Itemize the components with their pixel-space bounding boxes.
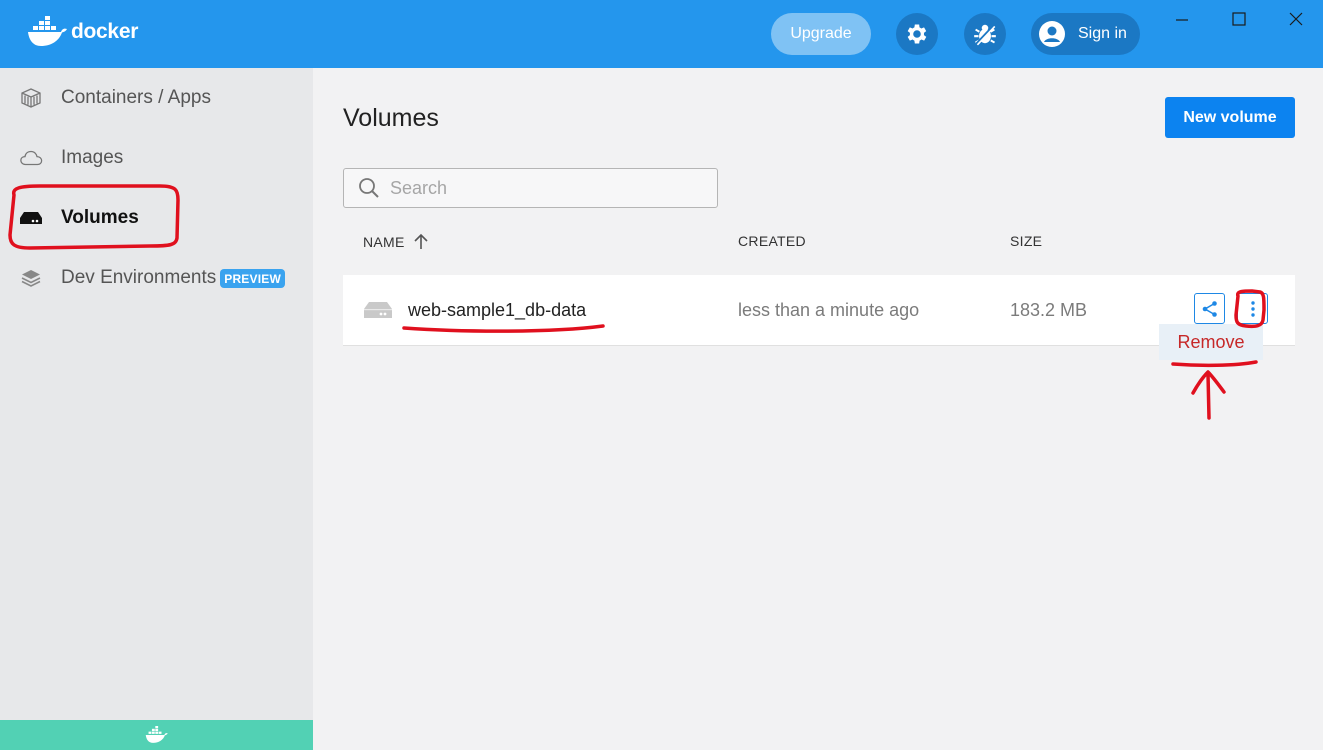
sidebar-item-containers[interactable]: Containers / Apps [0, 68, 313, 128]
close-icon [1289, 12, 1303, 26]
page-title: Volumes [343, 104, 439, 132]
sidebar: Containers / Apps Images Volumes Dev Env… [0, 68, 313, 750]
column-header-label: NAME [363, 234, 405, 250]
bug-report-icon [974, 24, 996, 46]
new-volume-button[interactable]: New volume [1165, 97, 1295, 138]
column-header-label: SIZE [1010, 233, 1043, 249]
share-icon [1202, 300, 1217, 317]
sidebar-item-label: Images [61, 147, 124, 168]
maximize-button[interactable] [1227, 8, 1251, 30]
sidebar-footer-status[interactable] [0, 720, 313, 750]
sidebar-item-images[interactable]: Images [0, 128, 313, 188]
main-content: Volumes New volume NAME CREATED SIZE web… [313, 68, 1323, 750]
search-icon [359, 178, 379, 198]
sign-in-button[interactable]: Sign in [1031, 13, 1140, 55]
volume-name-cell: web-sample1_db-data [363, 275, 586, 345]
maximize-icon [1232, 12, 1246, 26]
sidebar-item-volumes[interactable]: Volumes [0, 188, 313, 248]
app-name: docker [71, 20, 139, 43]
disk-icon [19, 206, 43, 230]
close-window-button[interactable] [1284, 8, 1308, 30]
settings-gear-icon [907, 24, 927, 44]
volume-created: less than a minute ago [738, 299, 920, 320]
minimize-icon [1176, 19, 1188, 21]
settings-button[interactable] [896, 13, 938, 55]
sidebar-item-label: Containers / Apps [61, 87, 211, 108]
volume-name: web-sample1_db-data [408, 299, 587, 320]
table-row[interactable]: web-sample1_db-data less than a minute a… [343, 275, 1295, 346]
sign-in-label: Sign in [1078, 25, 1127, 42]
upgrade-button[interactable]: Upgrade [771, 13, 871, 55]
column-header-created[interactable]: CREATED [738, 233, 806, 249]
user-avatar-icon [1039, 21, 1065, 47]
remove-menu-item[interactable]: Remove [1159, 324, 1263, 360]
search-box[interactable] [343, 168, 718, 208]
docker-logo: docker [28, 16, 138, 48]
cloud-icon [19, 146, 43, 170]
sort-ascending-arrow-icon [414, 233, 428, 249]
search-input[interactable] [390, 177, 710, 199]
column-header-name[interactable]: NAME [363, 233, 431, 251]
preview-badge: PREVIEW [220, 268, 285, 288]
sidebar-item-label: Dev Environments [61, 267, 217, 288]
column-header-label: CREATED [738, 233, 806, 249]
sidebar-item-dev-environments[interactable]: Dev Environments PREVIEW [0, 248, 313, 308]
bug-report-button[interactable] [964, 13, 1006, 55]
sidebar-item-label: Volumes [61, 207, 139, 228]
minimize-button[interactable] [1170, 8, 1194, 30]
docker-whale-icon [28, 16, 67, 46]
share-button[interactable] [1194, 293, 1225, 324]
vertical-dots-icon [1250, 300, 1255, 317]
title-bar: docker Upgrade Sign in [0, 0, 1323, 68]
column-header-size[interactable]: SIZE [1010, 233, 1042, 249]
docker-whale-icon [145, 726, 168, 743]
volume-disk-icon [364, 302, 392, 318]
volume-size: 183.2 MB [1010, 299, 1088, 320]
layers-icon [19, 266, 43, 290]
containers-icon [19, 86, 43, 110]
more-actions-button[interactable] [1237, 293, 1268, 324]
